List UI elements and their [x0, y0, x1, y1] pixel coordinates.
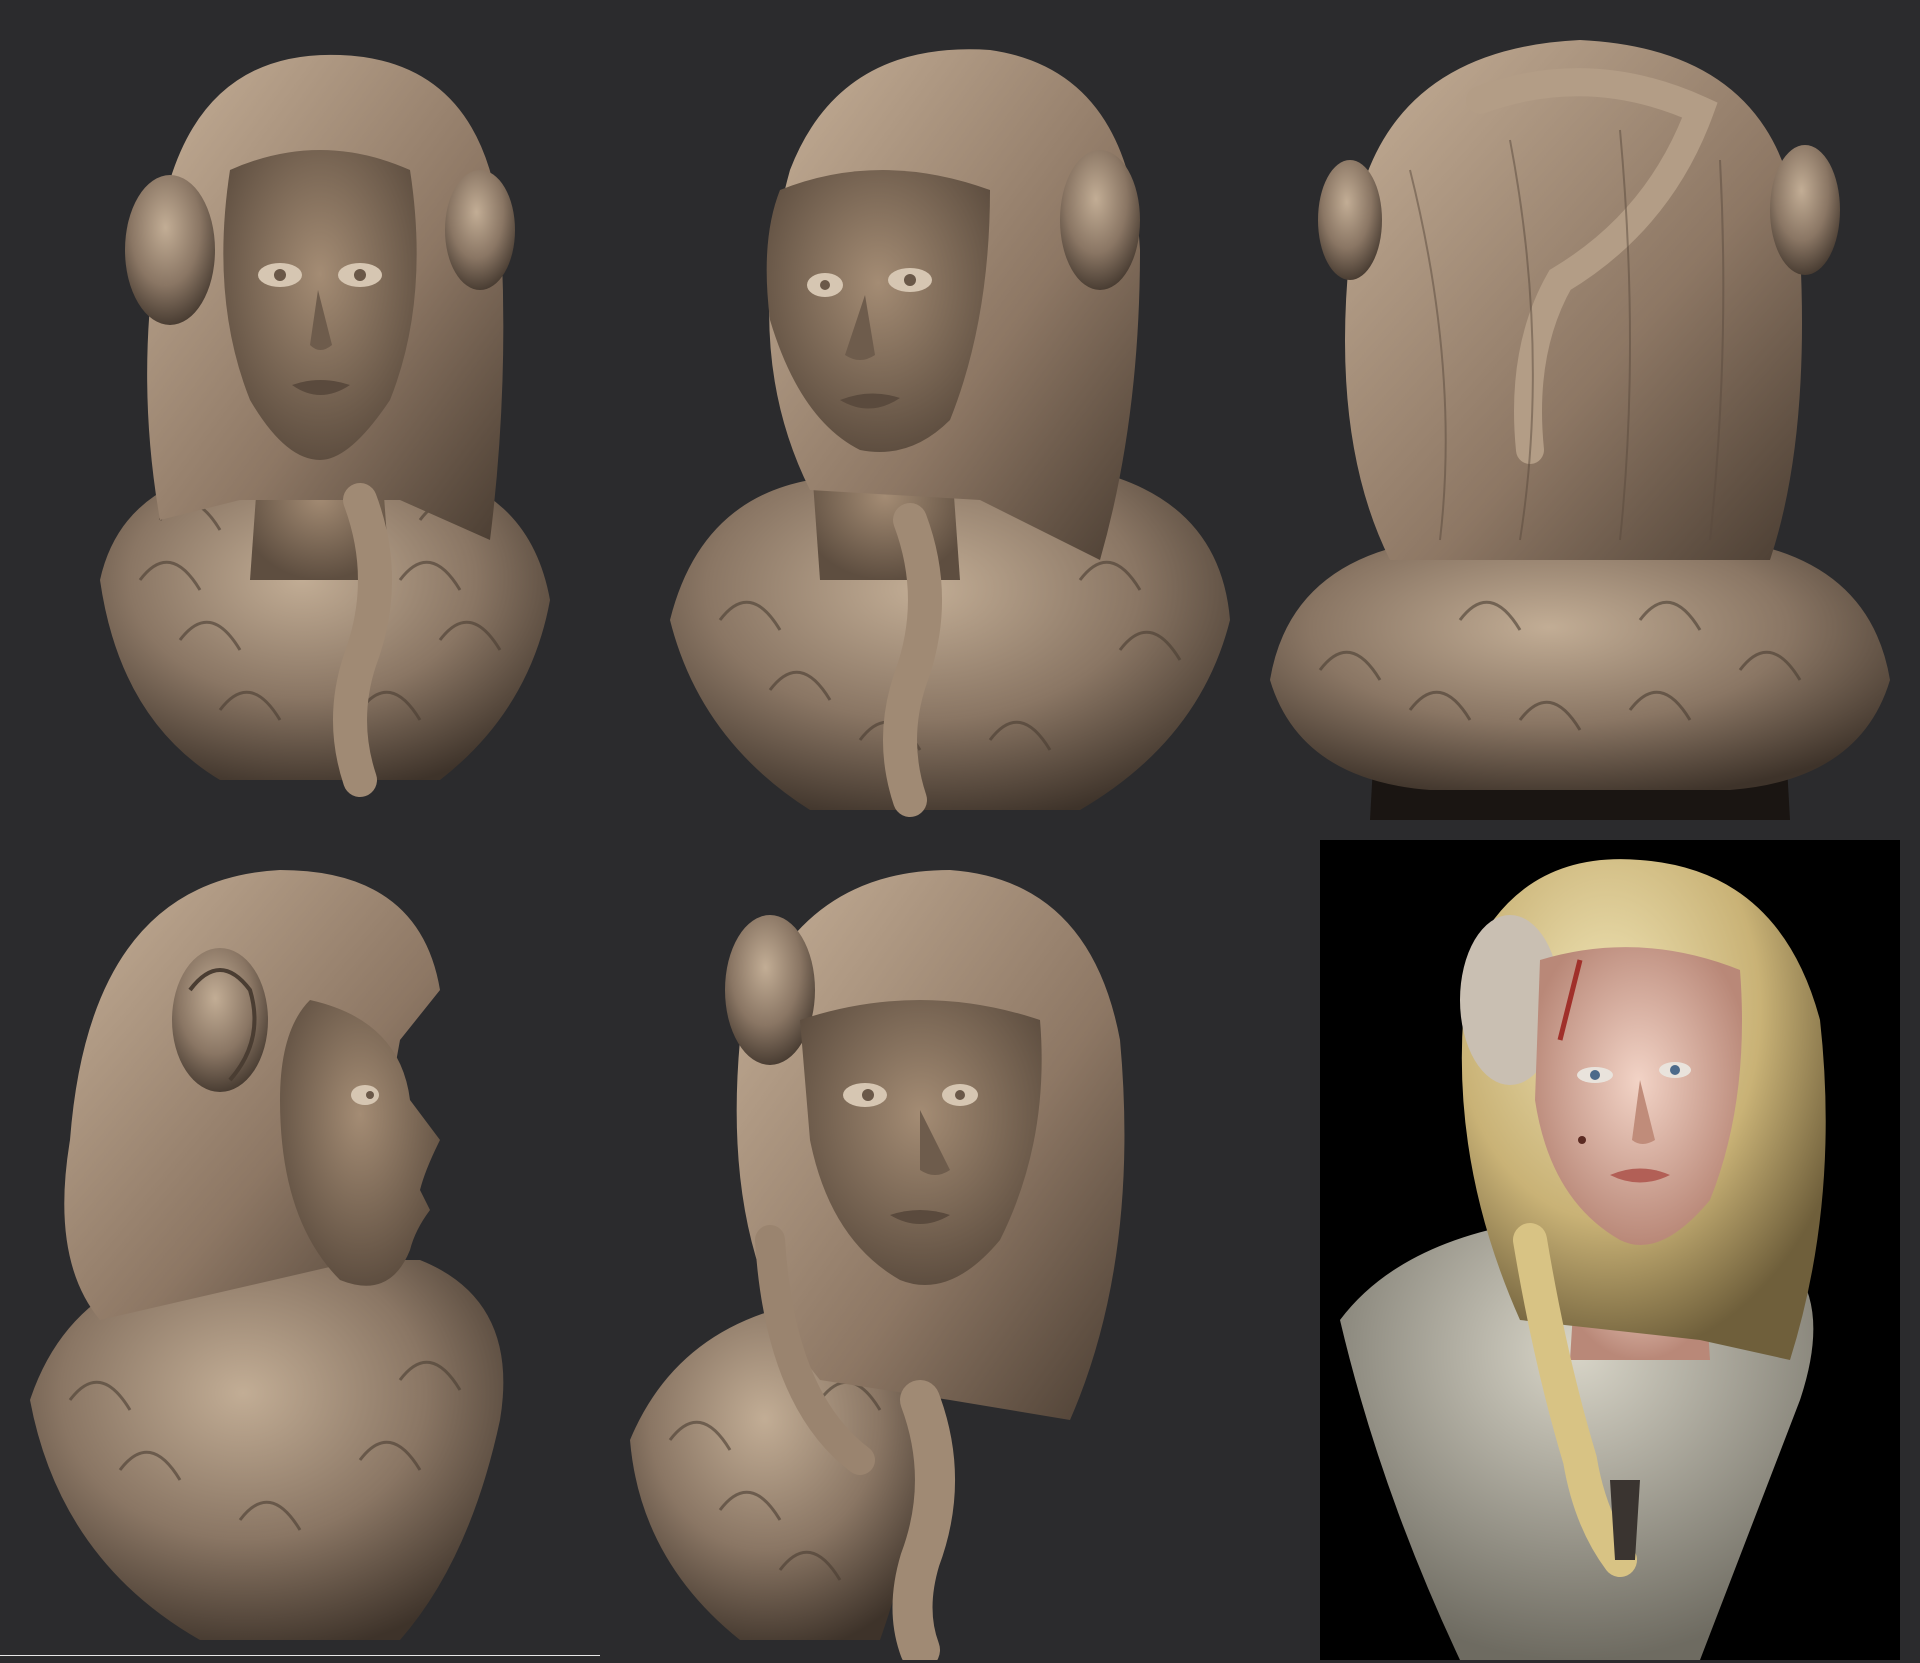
cloak-clasp	[1610, 1480, 1640, 1560]
sculpt-front-view	[60, 20, 580, 820]
sculpt-side-profile-view	[20, 840, 580, 1660]
character-turnaround-sheet	[0, 0, 1920, 1663]
left-ram-horn	[125, 175, 215, 325]
sculpt-three-quarter-view	[660, 20, 1240, 820]
sculpt-three-quarter-low-view	[620, 840, 1220, 1660]
hair-mass-back	[1345, 40, 1802, 560]
right-ram-horn	[445, 170, 515, 290]
beauty-mark	[1578, 1136, 1586, 1144]
ram-horn	[1060, 150, 1140, 290]
sculpt-back-view	[1260, 20, 1900, 820]
braid	[892, 1380, 955, 1660]
right-ram-horn	[1770, 145, 1840, 275]
bottom-divider-line	[0, 1655, 600, 1656]
eye	[351, 1085, 379, 1105]
feather-collar	[1270, 540, 1890, 790]
ram-horn	[725, 915, 815, 1065]
painted-concept-portrait	[1320, 840, 1900, 1660]
left-ram-horn	[1318, 160, 1382, 280]
